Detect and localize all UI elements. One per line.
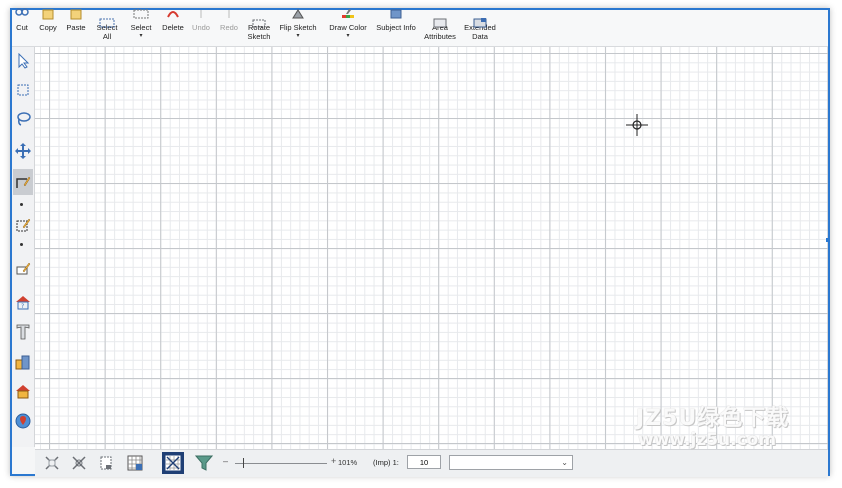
cut-button[interactable]: Cut bbox=[12, 8, 32, 46]
extended-data-button[interactable]: Extended Data bbox=[463, 10, 497, 46]
map-tool[interactable] bbox=[13, 411, 33, 431]
paste-button[interactable]: Paste bbox=[65, 8, 87, 46]
redo-button[interactable]: Redo bbox=[218, 10, 240, 46]
scale-input[interactable]: 10 bbox=[407, 455, 441, 469]
house-info-tool[interactable]: ? bbox=[13, 292, 33, 312]
zoom-out-button[interactable]: – bbox=[223, 456, 228, 466]
subject-info-button[interactable]: Subject Info bbox=[375, 8, 417, 46]
draw-area-tool[interactable] bbox=[13, 215, 33, 235]
zoom-slider-track[interactable] bbox=[235, 463, 327, 464]
watermark-line2: www.jz5u.com bbox=[638, 430, 777, 450]
select-all-icon bbox=[99, 8, 115, 27]
draw-area-options-dot[interactable] bbox=[20, 243, 23, 246]
zoom-level: 101% bbox=[338, 458, 358, 467]
flip-sketch-label: Flip Sketch bbox=[279, 23, 317, 32]
undo-label: Undo bbox=[192, 23, 210, 32]
svg-text:?: ? bbox=[21, 303, 24, 310]
fit-to-window-icon bbox=[45, 456, 59, 470]
pointer-arrow-icon bbox=[18, 53, 30, 69]
rotate-sketch-button[interactable]: Rotate Sketch bbox=[245, 10, 273, 46]
chevron-down-icon: ▾ bbox=[139, 32, 143, 39]
move-tool[interactable] bbox=[13, 141, 33, 161]
draw-color-icon bbox=[340, 8, 356, 20]
pointer-tool[interactable] bbox=[13, 51, 33, 71]
filter-button[interactable] bbox=[195, 454, 213, 472]
watermark-logo: JZ5U绿色下载 www.jz5u.com bbox=[636, 400, 806, 460]
subject-info-label: Subject Info bbox=[376, 23, 416, 32]
house-tool[interactable] bbox=[13, 381, 33, 401]
filter-icon bbox=[195, 455, 213, 471]
scissors-icon bbox=[14, 8, 30, 20]
lasso-select-tool[interactable] bbox=[13, 109, 33, 129]
zoom-slider-thumb[interactable] bbox=[243, 458, 244, 468]
grid-icon bbox=[127, 455, 143, 471]
extended-data-icon bbox=[472, 8, 488, 27]
text-tool[interactable] bbox=[13, 322, 33, 342]
fit-to-window-button[interactable] bbox=[43, 454, 61, 472]
delete-button[interactable]: Delete bbox=[160, 10, 186, 46]
copy-label: Copy bbox=[39, 23, 57, 32]
building-stack-tool[interactable] bbox=[13, 352, 33, 372]
scale-label: (Imp) 1: bbox=[373, 458, 399, 467]
flip-sketch-button[interactable]: Flip Sketch ▾ bbox=[278, 8, 318, 46]
zoom-extents-button[interactable] bbox=[70, 454, 88, 472]
delete-label: Delete bbox=[162, 23, 184, 32]
map-globe-icon bbox=[15, 413, 31, 429]
cut-label: Cut bbox=[16, 23, 28, 32]
draw-line-tool[interactable] bbox=[13, 169, 33, 195]
chevron-down-icon: ⌄ bbox=[561, 458, 568, 467]
edit-segment-icon bbox=[16, 262, 31, 275]
layer-select-dropdown[interactable]: ⌄ bbox=[449, 455, 573, 470]
text-tool-icon bbox=[16, 324, 30, 340]
sketch-tool-palette: ? bbox=[12, 47, 35, 447]
watermark-line1: JZ5U绿色下载 bbox=[636, 406, 790, 431]
draw-color-label: Draw Color bbox=[329, 23, 367, 32]
page-view-button[interactable] bbox=[97, 454, 115, 472]
select-icon bbox=[133, 8, 149, 20]
draw-color-button[interactable]: Draw Color ▾ bbox=[328, 8, 368, 46]
sketch-canvas-grid[interactable] bbox=[35, 47, 828, 449]
delete-icon bbox=[165, 8, 181, 20]
draw-area-tool-icon bbox=[16, 218, 31, 232]
move-pan-icon bbox=[15, 143, 31, 159]
page-view-icon bbox=[100, 456, 112, 470]
rectangle-select-tool[interactable] bbox=[13, 80, 33, 100]
grid-snap-button[interactable] bbox=[162, 452, 184, 474]
area-attributes-icon bbox=[432, 8, 448, 27]
redo-icon bbox=[221, 8, 237, 20]
redo-label: Redo bbox=[220, 23, 238, 32]
chevron-down-icon: ▾ bbox=[346, 32, 350, 39]
draw-line-tool-icon bbox=[16, 176, 31, 188]
draw-line-options-dot[interactable] bbox=[20, 203, 23, 206]
select-all-button[interactable]: Select All bbox=[94, 10, 120, 46]
chevron-down-icon: ▾ bbox=[296, 32, 300, 39]
paste-label: Paste bbox=[66, 23, 86, 32]
house-info-icon: ? bbox=[16, 296, 30, 310]
select-label: Select bbox=[130, 23, 152, 32]
grid-snap-icon bbox=[165, 455, 181, 471]
crosshair-cursor-icon bbox=[626, 114, 648, 136]
copy-button[interactable]: Copy bbox=[37, 8, 59, 46]
subject-info-icon bbox=[388, 8, 404, 20]
rectangle-select-icon bbox=[17, 84, 29, 96]
rotate-sketch-icon bbox=[251, 8, 267, 27]
area-attributes-button[interactable]: Area Attributes bbox=[422, 10, 458, 46]
building-stack-icon bbox=[15, 355, 30, 370]
house-icon bbox=[16, 385, 30, 399]
zoom-extents-icon bbox=[72, 456, 86, 470]
lasso-select-icon bbox=[17, 112, 31, 126]
ribbon-toolbar: Cut Copy Paste Select All Select ▾ Delet… bbox=[12, 8, 828, 47]
zoom-in-button[interactable]: + bbox=[331, 456, 336, 466]
select-button[interactable]: Select ▾ bbox=[129, 8, 153, 46]
copy-icon bbox=[40, 8, 56, 20]
flip-sketch-icon bbox=[290, 8, 306, 20]
edit-segment-tool[interactable] bbox=[13, 259, 33, 279]
paste-icon bbox=[68, 8, 84, 20]
undo-button[interactable]: Undo bbox=[190, 10, 212, 46]
undo-icon bbox=[193, 8, 209, 20]
grid-toggle-button[interactable] bbox=[126, 454, 144, 472]
window-resize-marker bbox=[826, 238, 828, 242]
